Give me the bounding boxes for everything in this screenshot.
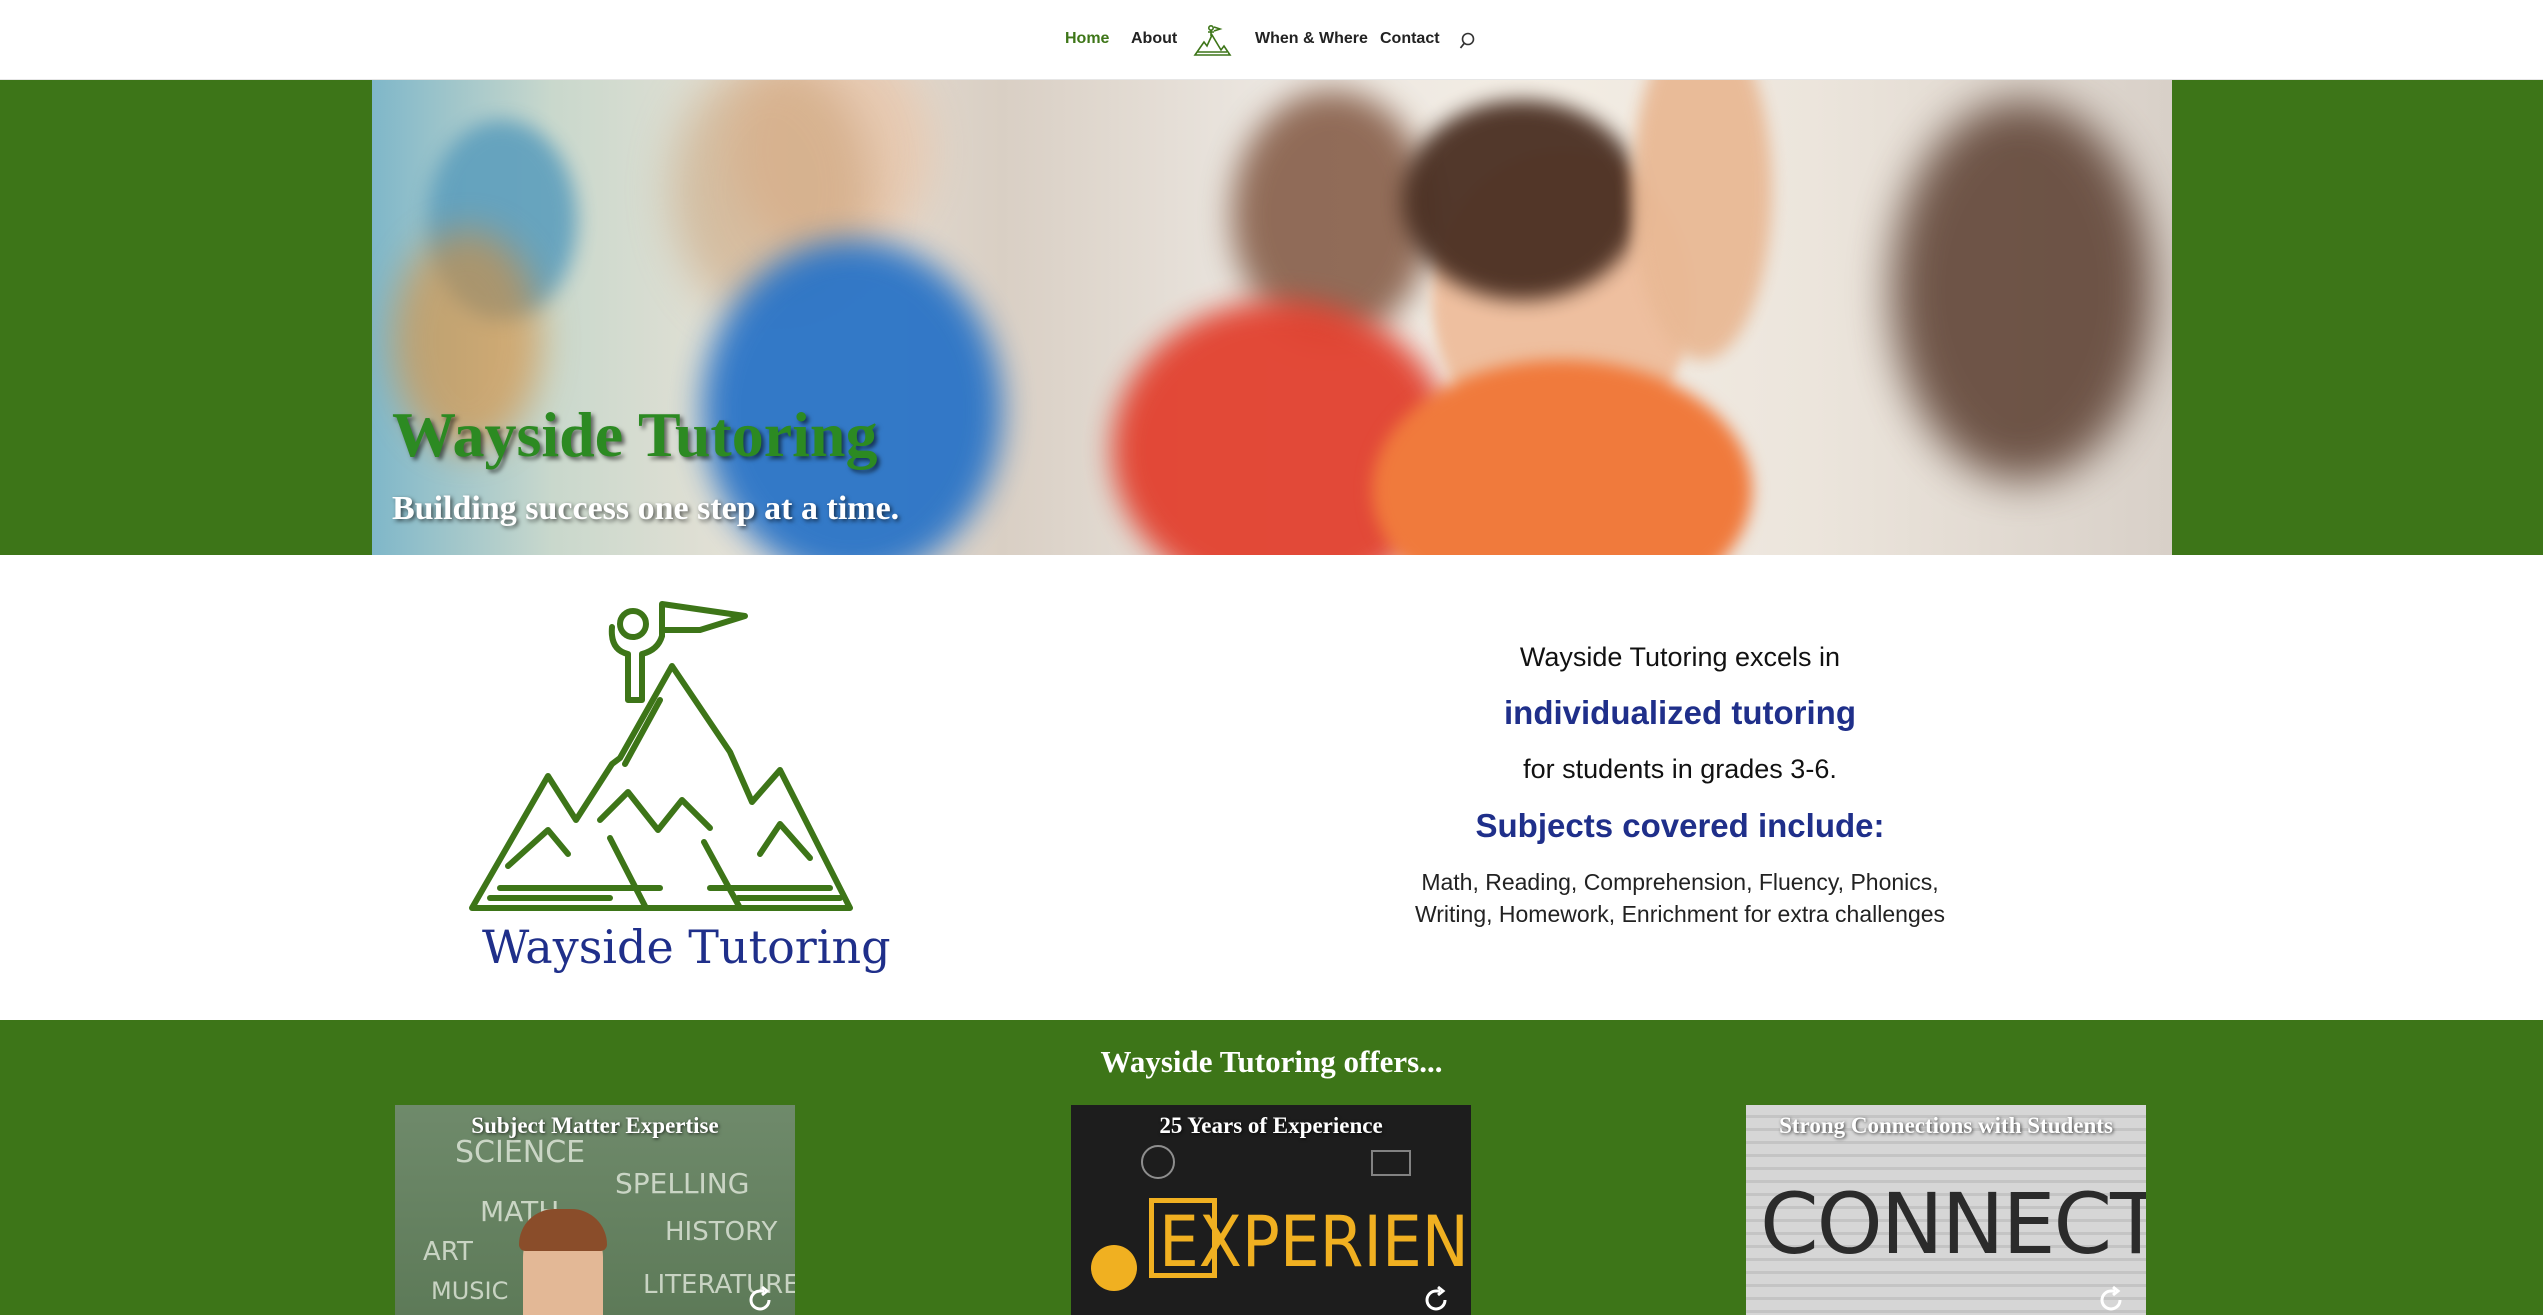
intro-highlight-1: individualized tutoring — [1504, 694, 1856, 731]
hero-title: Wayside Tutoring — [392, 399, 878, 470]
intro-text-block: Wayside Tutoring excels in individualize… — [1320, 630, 2040, 930]
offers-title: Wayside Tutoring offers... — [1100, 1044, 1443, 1079]
nav-contact[interactable]: Contact — [1380, 30, 1440, 48]
experience-word: EXPERIENCE — [1159, 1201, 1471, 1283]
nav-when-where[interactable]: When & Where — [1255, 30, 1368, 48]
connect-word: CONNECT — [1760, 1175, 2146, 1273]
mountain-climber-logo-icon — [469, 601, 853, 911]
subjects-list: Math, Reading, Comprehension, Fluency, P… — [1320, 856, 2040, 930]
offer-card-title: 25 Years of Experience — [1159, 1113, 1383, 1138]
offer-card-subject-expertise[interactable]: SCIENCE MATH SPELLING ART HISTORY MUSIC … — [395, 1105, 795, 1315]
intro-line-2: for students in grades 3-6. — [1523, 754, 1837, 784]
subjects-line-2: Writing, Homework, Enrichment for extra … — [1414, 901, 1946, 927]
hero-section: Wayside Tutoring Building success one st… — [0, 80, 2543, 555]
flip-icon[interactable] — [745, 1285, 775, 1315]
intro-line-1: Wayside Tutoring excels in — [1519, 642, 1841, 672]
chalk-word-art: ART — [423, 1237, 473, 1267]
chalk-doodle-icon — [1371, 1150, 1411, 1176]
offer-card-experience[interactable]: EXPERIENCE 25 Years of Experience — [1071, 1105, 1471, 1315]
search-icon[interactable] — [1459, 31, 1479, 51]
intro-highlight-2: Subjects covered include: — [1475, 807, 1885, 844]
chalk-doodle-icon — [1141, 1145, 1175, 1179]
offer-card-title: Strong Connections with Students — [1779, 1113, 2113, 1138]
chalk-word-music: MUSIC — [431, 1277, 509, 1305]
offers-section: Wayside Tutoring offers... SCIENCE MATH … — [0, 1020, 2543, 1315]
flip-icon[interactable] — [2096, 1285, 2126, 1315]
offer-card-title: Subject Matter Expertise — [471, 1113, 719, 1138]
mountain-climber-logo-icon[interactable] — [1192, 24, 1232, 58]
hero-classroom-photo: Wayside Tutoring Building success one st… — [372, 80, 2172, 555]
chalk-word-science: SCIENCE — [455, 1135, 586, 1170]
nav-home[interactable]: Home — [1065, 30, 1109, 48]
flip-icon[interactable] — [1421, 1285, 1451, 1315]
pushing-figure-image — [1091, 1245, 1137, 1291]
boy-hair-image — [519, 1209, 607, 1251]
nav-about[interactable]: About — [1131, 30, 1177, 48]
subjects-line-1: Math, Reading, Comprehension, Fluency, P… — [1421, 869, 1939, 895]
top-navigation: Home About When & Where Contact — [0, 0, 2543, 80]
logo-name: Wayside Tutoring — [482, 920, 891, 974]
chalk-word-history: HISTORY — [665, 1217, 778, 1247]
hero-subtitle: Building success one step at a time. — [392, 490, 900, 527]
chalk-word-spelling: SPELLING — [615, 1167, 750, 1200]
offer-card-connections[interactable]: CONNECT Strong Connections with Students — [1746, 1105, 2146, 1315]
